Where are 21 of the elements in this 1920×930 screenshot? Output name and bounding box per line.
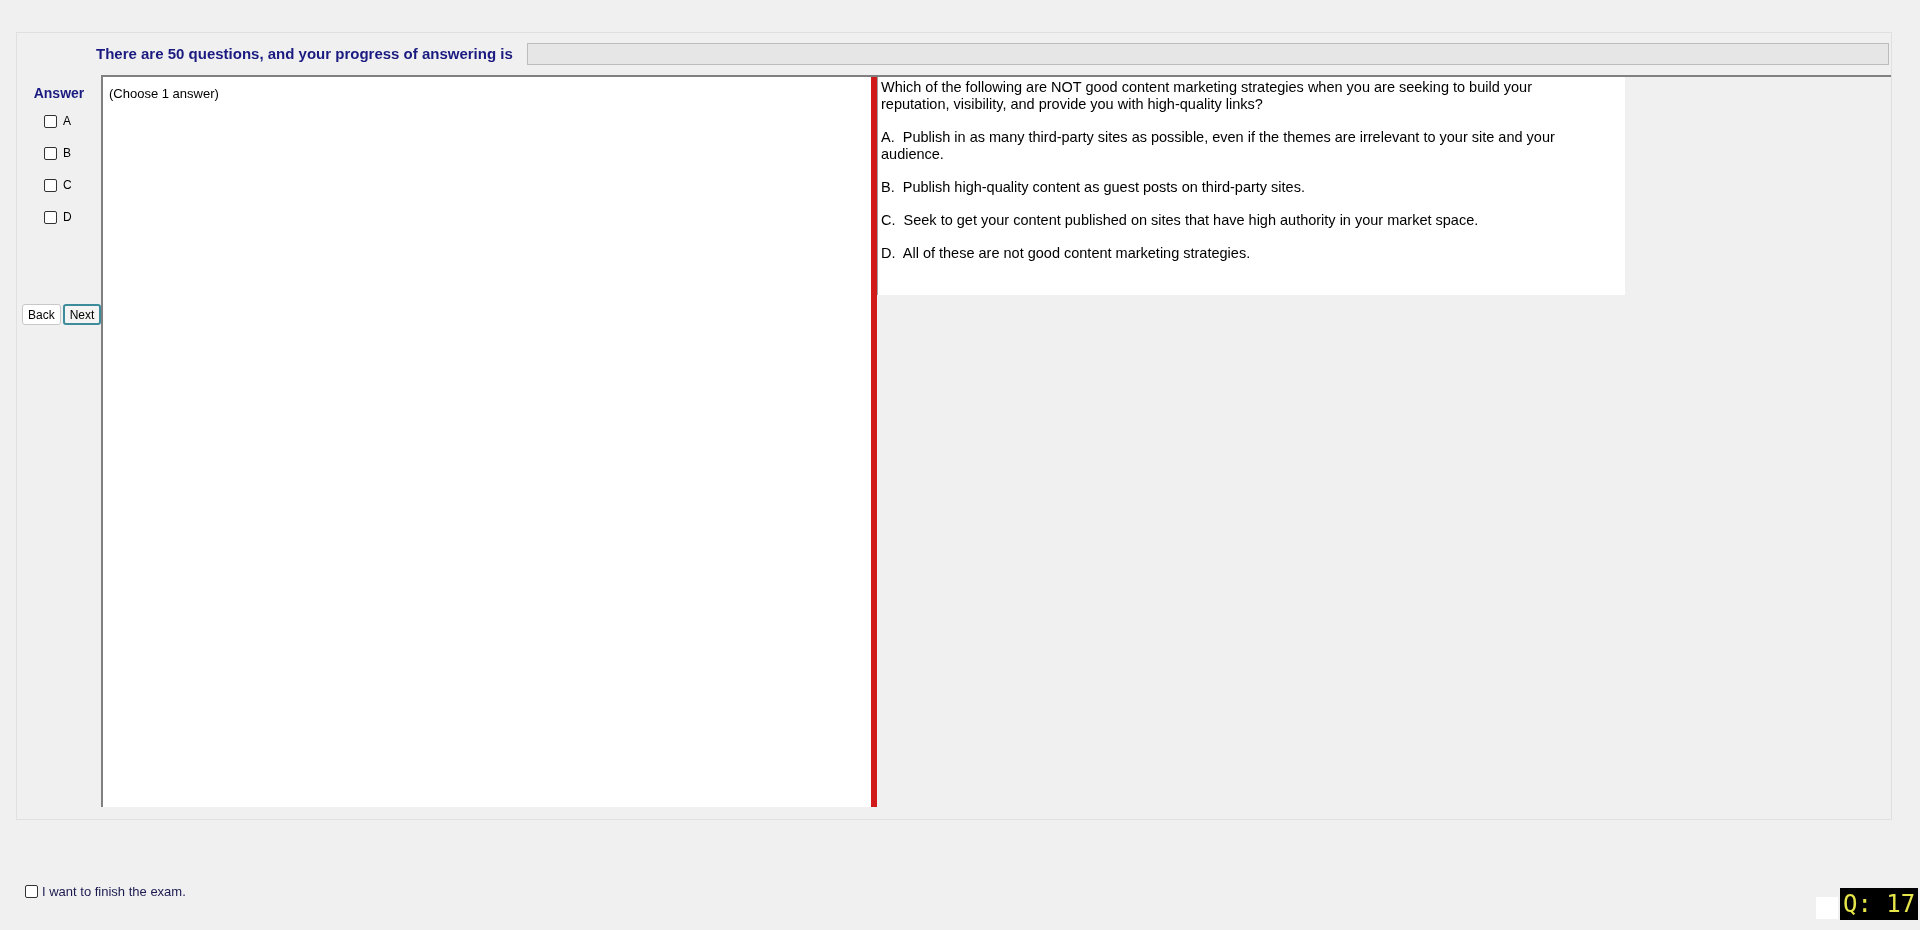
answer-choice-text: C. Seek to get your content published on sites that have high authority in your market space. xyxy=(881,212,1480,229)
answer-option[interactable]: A xyxy=(44,112,72,130)
checkbox[interactable] xyxy=(44,114,57,128)
answer-option[interactable]: C xyxy=(44,176,72,194)
answer-choice-text: D. All of these are not good content marketing strategies. xyxy=(881,245,1252,262)
answer-option[interactable]: B xyxy=(44,144,72,162)
answer-label: Answer xyxy=(33,84,85,103)
nav-button[interactable]: Next xyxy=(62,304,102,325)
checkbox[interactable] xyxy=(44,146,57,160)
answer-choice-text: A. Publish in as many third-party sites as possible, even if the themes are irrelevant to your site and your audience. xyxy=(881,129,1556,163)
answer-option[interactable]: D xyxy=(44,208,72,226)
question-number: Q: 17 xyxy=(1840,888,1919,920)
checkbox[interactable] xyxy=(44,178,57,192)
instruction-text: (Choose 1 answer) xyxy=(109,86,219,101)
answer-choice-text: B. Publish high-quality content as guest posts on third-party sites. xyxy=(881,179,1306,196)
finish-checkbox[interactable]: I want to finish the exam. xyxy=(25,882,186,902)
nav-button[interactable]: Back xyxy=(22,304,61,325)
question-text: Which of the following are NOT good content marketing strategies when you are seeking to build your reputation, visibility, and provide you with high-quality links? xyxy=(881,79,1533,113)
checkbox[interactable] xyxy=(44,210,57,224)
checkbox[interactable] xyxy=(25,885,38,899)
progress-label: There are 50 questions, and your progress of answering is xyxy=(96,43,513,64)
